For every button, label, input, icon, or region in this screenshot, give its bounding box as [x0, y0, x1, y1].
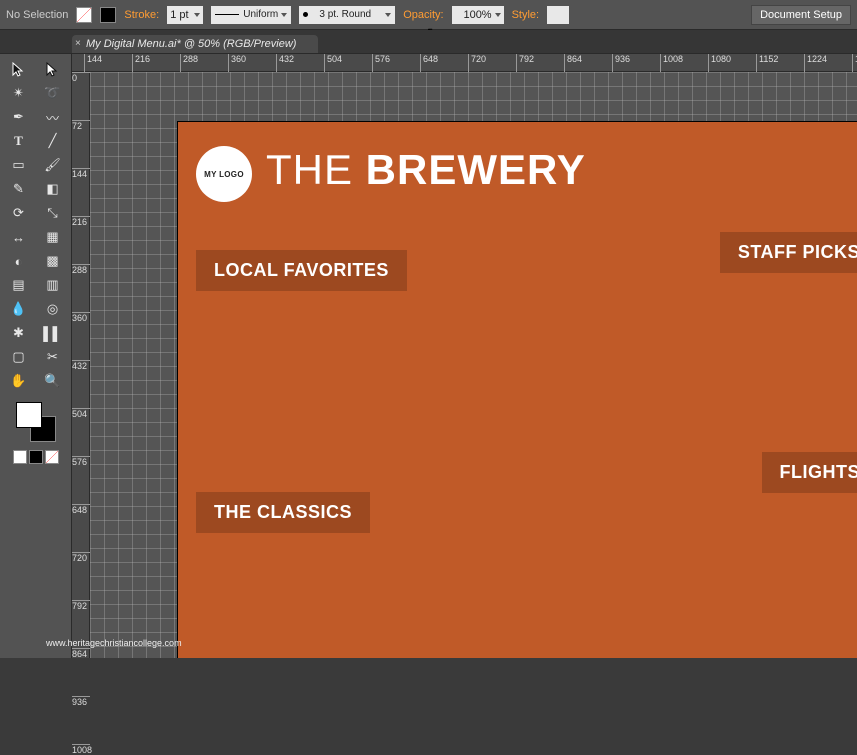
curvature-tool[interactable]: 〰	[38, 106, 68, 128]
watermark: www.heritagechristiancollege.com	[46, 638, 182, 648]
shape-builder-tool[interactable]: ◐	[4, 250, 34, 272]
stroke-weight-input[interactable]: 1 pt	[167, 6, 203, 24]
type-tool[interactable]: T	[4, 130, 34, 152]
slice-tool[interactable]: ✂	[38, 346, 68, 368]
document-setup-button[interactable]: Document Setup	[751, 5, 851, 25]
color-mode-none[interactable]	[45, 450, 59, 464]
color-mode-row	[13, 450, 59, 464]
title-bold: BREWERY	[366, 146, 586, 193]
pencil-tool[interactable]: ✎	[4, 178, 34, 200]
scale-tool[interactable]: ⤡	[38, 202, 68, 224]
options-bar: No Selection Stroke: 1 pt Uniform 3 pt. …	[0, 0, 857, 30]
document-tab-bar: × My Digital Menu.ai* @ 50% (RGB/Preview…	[0, 30, 857, 54]
artboard-tool[interactable]: ▢	[4, 346, 34, 368]
color-mode-gradient[interactable]	[29, 450, 43, 464]
hand-tool[interactable]: ✋	[4, 370, 34, 392]
vertical-ruler[interactable]: 0721442162883604325045766487207928649361…	[72, 72, 90, 658]
zoom-tool[interactable]: 🔍	[38, 370, 68, 392]
perspective-tool[interactable]: ▩	[38, 250, 68, 272]
selection-state: No Selection	[6, 9, 68, 21]
opacity-input[interactable]: 100%	[452, 6, 504, 24]
document-tab[interactable]: × My Digital Menu.ai* @ 50% (RGB/Preview…	[72, 35, 318, 53]
category-box: THE CLASSICS	[196, 492, 370, 533]
category-box: LOCAL FAVORITES	[196, 250, 407, 291]
opacity-label: Opacity:	[403, 9, 443, 21]
rectangle-tool[interactable]: ▭	[4, 154, 34, 176]
fill-swatch[interactable]	[76, 7, 92, 23]
free-transform-tool[interactable]: ▦	[38, 226, 68, 248]
lasso-tool[interactable]: ➰	[38, 82, 68, 104]
gradient-tool[interactable]: ▥	[38, 274, 68, 296]
logo-placeholder: MY LOGO	[196, 146, 252, 202]
horizontal-ruler[interactable]: 1442162883604325045766487207928649361008…	[72, 54, 857, 72]
title-light: THE	[266, 146, 353, 193]
artwork-title: THE BREWERY	[266, 146, 586, 194]
document-tab-title: My Digital Menu.ai* @ 50% (RGB/Preview)	[86, 38, 296, 50]
fill-color-box[interactable]	[16, 402, 42, 428]
color-mode-solid[interactable]	[13, 450, 27, 464]
close-icon[interactable]: ×	[75, 38, 81, 49]
blend-tool[interactable]: ◎	[38, 298, 68, 320]
line-tool[interactable]: ╱	[38, 130, 68, 152]
style-label: Style:	[512, 9, 540, 21]
category-box: STAFF PICKS	[720, 232, 857, 273]
selection-tool[interactable]	[4, 58, 34, 80]
column-graph-tool[interactable]: ▌▌	[38, 322, 68, 344]
mesh-tool[interactable]: ▤	[4, 274, 34, 296]
eyedropper-tool[interactable]: 💧	[4, 298, 34, 320]
stroke-profile-select[interactable]: Uniform	[211, 6, 291, 24]
width-tool[interactable]: ↔	[4, 226, 34, 248]
artboard[interactable]: MY LOGO THE BREWERY LOCAL FAVORITES STAF…	[178, 122, 857, 658]
rotate-tool[interactable]: ⟳	[4, 202, 34, 224]
canvas[interactable]: MY LOGO THE BREWERY LOCAL FAVORITES STAF…	[90, 72, 857, 658]
magic-wand-tool[interactable]: ✴	[4, 82, 34, 104]
symbol-sprayer-tool[interactable]: ✱	[4, 322, 34, 344]
stroke-swatch[interactable]	[100, 7, 116, 23]
brush-select[interactable]: 3 pt. Round	[299, 6, 395, 24]
tools-panel: ✴ ➰ ✒ 〰 T ╱ ▭ 🖌 ✎ ◧ ⟳ ⤡ ↔ ▦ ◐ ▩ ▤ ▥ 💧 ◎ …	[0, 54, 72, 658]
direct-selection-tool[interactable]	[38, 58, 68, 80]
artwork: MY LOGO THE BREWERY LOCAL FAVORITES STAF…	[178, 122, 857, 658]
category-box: FLIGHTS	[762, 452, 857, 493]
fill-stroke-indicator[interactable]	[16, 402, 56, 442]
style-select[interactable]	[547, 6, 569, 24]
paintbrush-tool[interactable]: 🖌	[38, 154, 68, 176]
pen-tool[interactable]: ✒	[4, 106, 34, 128]
eraser-tool[interactable]: ◧	[38, 178, 68, 200]
stroke-label: Stroke:	[124, 9, 159, 21]
